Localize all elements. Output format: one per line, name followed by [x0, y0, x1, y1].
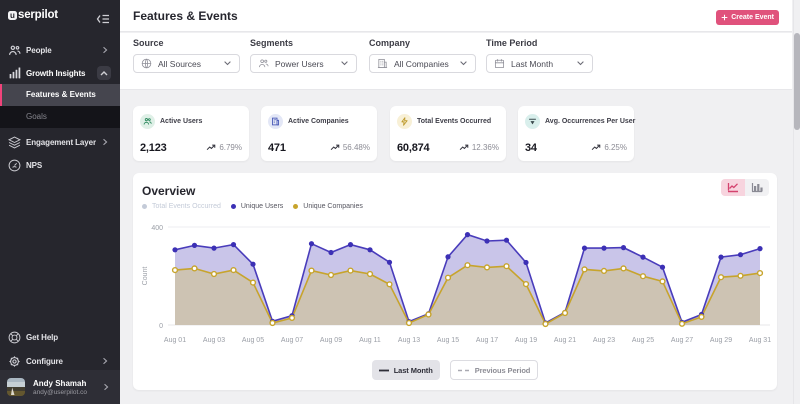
svg-text:Aug 09: Aug 09: [320, 337, 342, 344]
svg-text:Aug 29: Aug 29: [710, 337, 732, 344]
svg-text:Aug 27: Aug 27: [671, 337, 693, 344]
svg-text:Aug 19: Aug 19: [515, 337, 537, 344]
svg-text:Aug 25: Aug 25: [632, 337, 654, 344]
svg-text:Aug 01: Aug 01: [164, 337, 186, 344]
svg-text:Aug 15: Aug 15: [437, 337, 459, 344]
svg-text:Aug 07: Aug 07: [281, 337, 303, 344]
svg-text:Aug 13: Aug 13: [398, 337, 420, 344]
svg-text:Count: Count: [142, 267, 149, 286]
svg-text:Aug 23: Aug 23: [593, 337, 615, 344]
svg-text:Aug 05: Aug 05: [242, 337, 264, 344]
svg-text:Aug 17: Aug 17: [476, 337, 498, 344]
svg-text:Aug 03: Aug 03: [203, 337, 225, 344]
svg-text:Aug 11: Aug 11: [359, 337, 381, 344]
svg-text:0: 0: [159, 323, 163, 330]
svg-text:Aug 31: Aug 31: [749, 337, 771, 344]
svg-text:400: 400: [151, 225, 163, 232]
svg-text:Aug 21: Aug 21: [554, 337, 576, 344]
